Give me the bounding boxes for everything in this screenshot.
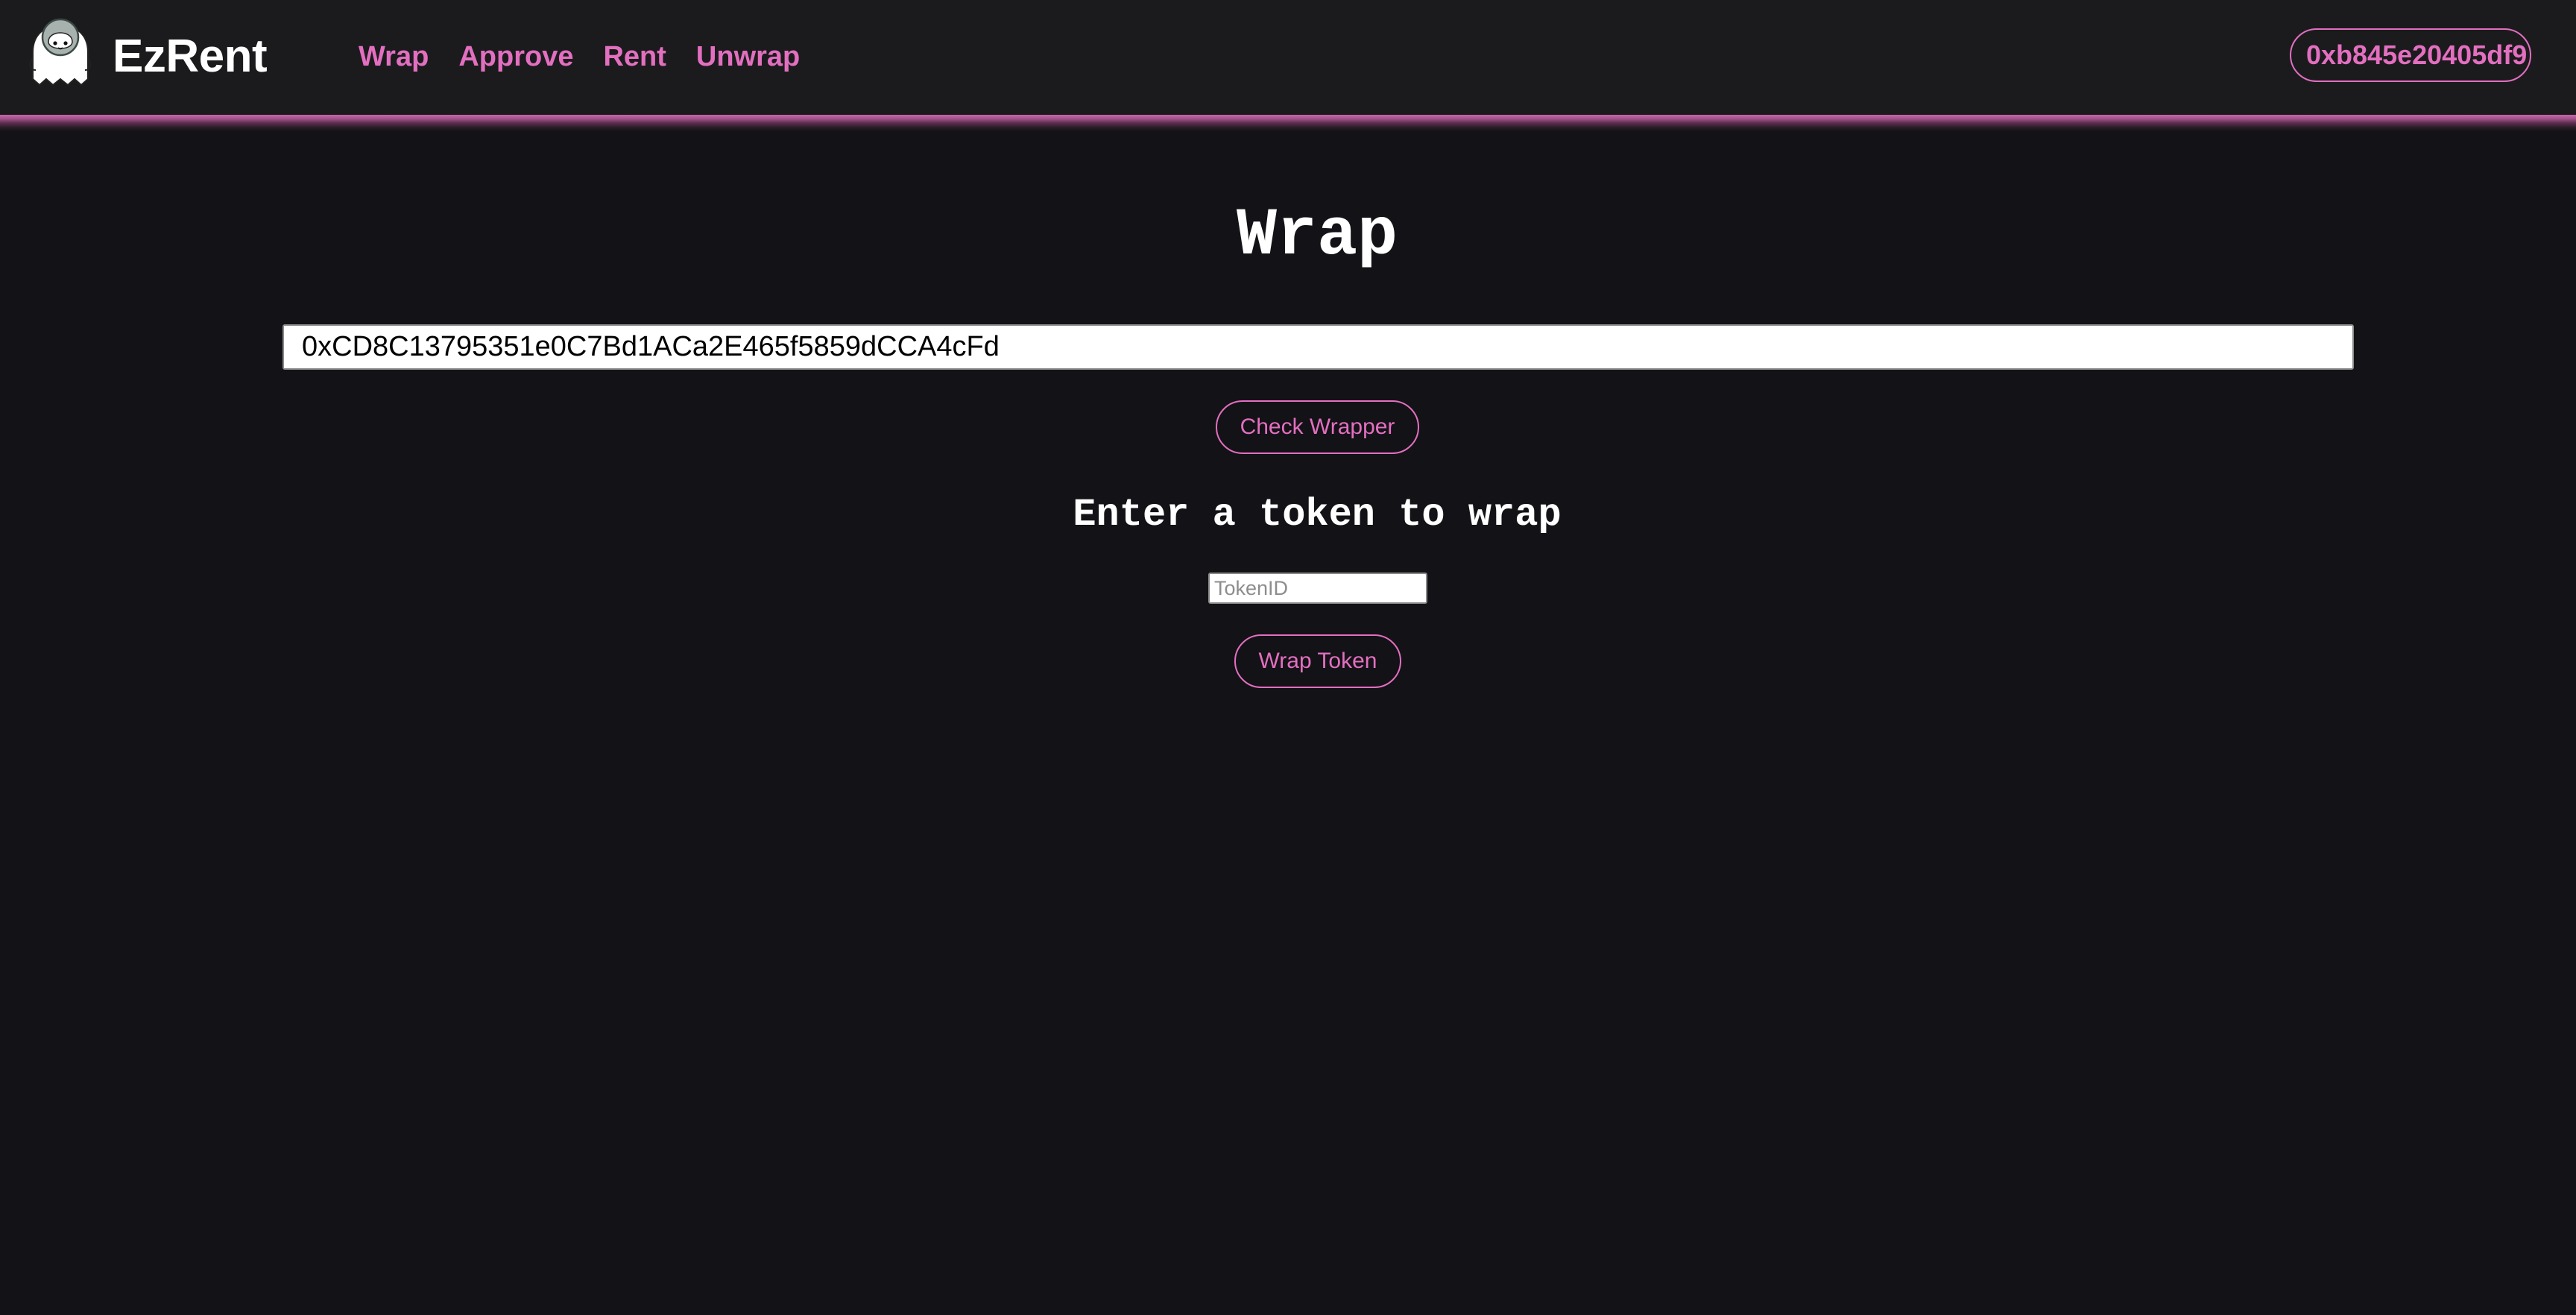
token-id-input[interactable]	[1208, 573, 1427, 604]
token-subheading: Enter a token to wrap	[1073, 493, 1562, 537]
ghost-logo-icon[interactable]	[28, 12, 92, 86]
brand-name: EzRent	[113, 31, 268, 82]
navbar: EzRent Wrap Approve Rent Unwrap 0xb845e2…	[0, 0, 2576, 115]
check-wrapper-button[interactable]: Check Wrapper	[1216, 400, 1419, 454]
nav-link-wrap[interactable]: Wrap	[359, 39, 429, 75]
wrapper-address-input[interactable]	[282, 324, 2354, 370]
main-nav: Wrap Approve Rent Unwrap	[359, 39, 800, 75]
navbar-glow-divider	[0, 115, 2576, 131]
wallet-address-button[interactable]: 0xb845e20405df9	[2290, 28, 2531, 82]
nav-link-unwrap[interactable]: Unwrap	[696, 39, 800, 75]
nav-link-rent[interactable]: Rent	[603, 39, 666, 75]
wrap-token-button[interactable]: Wrap Token	[1234, 634, 1401, 688]
page-title: Wrap	[1236, 198, 1398, 274]
nav-link-approve[interactable]: Approve	[458, 39, 573, 75]
